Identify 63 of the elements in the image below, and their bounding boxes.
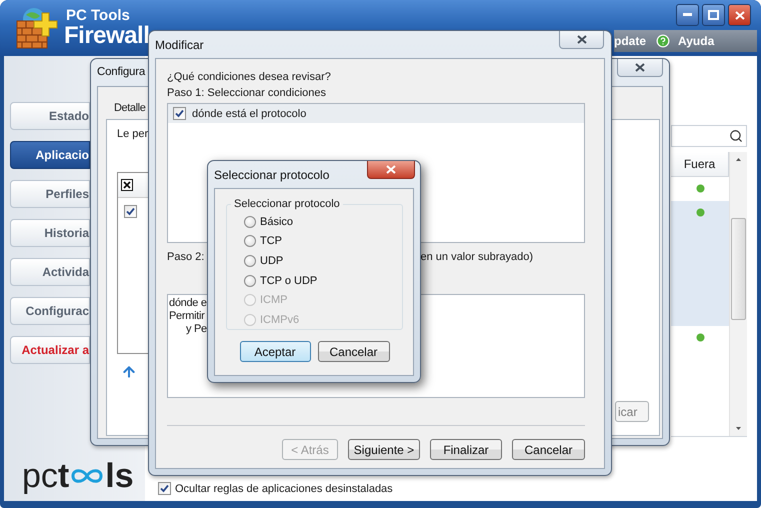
dialog-button[interactable]: Finalizar bbox=[430, 439, 502, 460]
window-title: Configura bbox=[97, 66, 146, 78]
menu-link[interactable]: Ayuda bbox=[678, 34, 714, 48]
close-button[interactable] bbox=[728, 4, 751, 26]
minimize-button[interactable] bbox=[676, 4, 699, 26]
app-title: Firewall bbox=[64, 24, 150, 48]
dialog-button[interactable]: Cancelar bbox=[512, 439, 585, 460]
close-icon bbox=[734, 10, 744, 20]
brick-wall-icon bbox=[14, 5, 60, 51]
close-icon bbox=[576, 35, 586, 44]
logo-text: pct bbox=[22, 459, 70, 493]
app-subtitle: PC Tools bbox=[66, 8, 131, 23]
checkbox[interactable] bbox=[124, 204, 137, 218]
checkbox[interactable] bbox=[173, 107, 186, 120]
search-icon bbox=[729, 129, 743, 143]
minimize-icon bbox=[683, 13, 692, 17]
status-dot-icon bbox=[696, 184, 704, 193]
dialog-title: Seleccionar protocolo bbox=[214, 168, 330, 182]
tab[interactable]: Detalle bbox=[114, 96, 146, 119]
up-arrow-icon[interactable] bbox=[121, 364, 137, 380]
group-label: Seleccionar protocolo bbox=[233, 198, 341, 210]
radio-option[interactable]: Básico bbox=[244, 212, 402, 232]
radio-option[interactable]: TCP o UDP bbox=[244, 270, 402, 290]
column-header[interactable]: Fuera bbox=[671, 152, 729, 177]
maximize-icon bbox=[708, 10, 719, 20]
step-label: Paso 1: Seleccionar condiciones bbox=[167, 86, 327, 101]
description-line: y Pe bbox=[185, 323, 207, 336]
radio-option[interactable]: UDP bbox=[244, 251, 402, 271]
nav-button[interactable]: Configurac bbox=[10, 297, 90, 325]
dialog-button[interactable]: Siguiente > bbox=[348, 439, 420, 460]
status-dot-icon bbox=[696, 333, 704, 342]
intro-text: Le per bbox=[117, 128, 150, 140]
logo-text: ls bbox=[105, 459, 134, 493]
description-line: dónde e bbox=[169, 297, 207, 310]
dialog-button[interactable]: Cancelar bbox=[318, 341, 390, 362]
close-button[interactable] bbox=[559, 31, 604, 49]
nav-button[interactable]: Estado bbox=[10, 102, 90, 130]
close-icon bbox=[386, 165, 396, 174]
close-icon bbox=[635, 63, 645, 72]
question-text: ¿Qué condiciones desea revisar? bbox=[167, 70, 332, 85]
close-button[interactable] bbox=[367, 161, 415, 179]
checkbox[interactable] bbox=[158, 482, 171, 495]
scrollbar[interactable] bbox=[729, 152, 747, 436]
nav-button[interactable]: Historia bbox=[10, 219, 90, 247]
checkbox-label: Ocultar reglas de aplicaciones desinstaladas bbox=[175, 482, 393, 494]
nav-button[interactable]: Aplicacio bbox=[10, 141, 90, 169]
search-field[interactable] bbox=[671, 125, 747, 147]
status-dot-icon bbox=[696, 208, 704, 217]
step-label: en un valor subrayado) bbox=[420, 250, 533, 265]
step-label: Paso 2: bbox=[167, 250, 204, 265]
description-line: Permitir bbox=[169, 310, 204, 323]
maximize-button[interactable] bbox=[702, 4, 725, 26]
window-title: Modificar bbox=[155, 38, 204, 52]
help-icon bbox=[656, 34, 670, 48]
close-button[interactable] bbox=[617, 59, 663, 77]
menu-link[interactable]: pdate bbox=[614, 34, 646, 48]
condition-label[interactable]: dónde está el protocolo bbox=[192, 108, 306, 120]
radio-option[interactable]: TCP bbox=[244, 232, 402, 252]
nav-button[interactable]: Perfiles bbox=[10, 180, 90, 208]
nav-button[interactable]: Activida bbox=[10, 258, 90, 286]
dialog-button[interactable]: Aceptar bbox=[240, 341, 310, 362]
crossed-box-icon bbox=[121, 179, 133, 191]
nav-button[interactable]: Actualizar a bbox=[10, 336, 90, 364]
